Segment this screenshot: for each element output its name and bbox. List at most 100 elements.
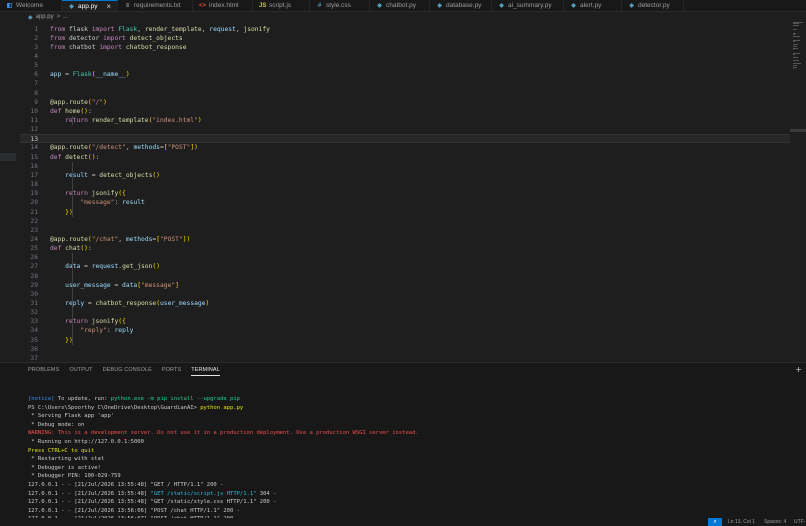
code-text: def detect(): [50, 153, 100, 161]
code-text: "message": result [80, 199, 145, 207]
code-line[interactable]: 16 [20, 162, 790, 171]
code-line[interactable]: 5 [20, 61, 790, 70]
code-line[interactable]: 24 @app.route("/chat", methods=["POST"]) [20, 235, 790, 244]
tab-index-html[interactable]: <> index.html [193, 0, 253, 11]
code-line[interactable]: 21 }) [20, 208, 790, 217]
code-line[interactable]: 7 [20, 79, 790, 88]
code-line[interactable]: 4 [20, 52, 790, 61]
code-line[interactable]: 13 [20, 134, 790, 144]
code-line[interactable]: 14 @app.route("/detect", methods=["POST"]… [20, 143, 790, 152]
tab-alert-py[interactable]: ◆ alert.py [564, 0, 622, 11]
panel-tab-ports[interactable]: PORTS [162, 367, 181, 376]
line-number: 34 [30, 327, 38, 335]
code-line[interactable]: 26 [20, 253, 790, 262]
code-line[interactable]: 8 [20, 89, 790, 98]
minimap-line [793, 24, 800, 26]
new-terminal-icon[interactable]: + [795, 365, 802, 374]
breadcrumb[interactable]: ◆ app.py > ... [28, 12, 68, 22]
tab-app-py[interactable]: ◆ app.py × [62, 0, 118, 11]
minimap[interactable] [793, 22, 805, 72]
cursor-position[interactable]: Ln 13, Col 1 [728, 518, 755, 526]
code-line[interactable]: 35 }) [20, 336, 790, 345]
javascript-icon: JS [259, 2, 267, 9]
code-line[interactable]: 10 def home(): [20, 107, 790, 116]
code-line[interactable]: 28 [20, 272, 790, 281]
text-file-icon: ≡ [125, 2, 130, 9]
zoom-icon[interactable]: ⌕ [708, 518, 722, 526]
line-number: 31 [30, 300, 38, 307]
code-line[interactable]: 17 result = detect_objects() [20, 171, 790, 180]
code-line[interactable]: 30 [20, 290, 790, 299]
code-line[interactable]: 32 [20, 308, 790, 317]
tab-ai-summary-py[interactable]: ◆ ai_summary.py [492, 0, 564, 11]
code-line[interactable]: 23 [20, 226, 790, 235]
python-icon: ◆ [629, 3, 634, 9]
tab-welcome[interactable]: ◧ Welcome [0, 0, 62, 11]
scrollbar-cursor-mark [790, 129, 806, 132]
tab-requirements-txt[interactable]: ≡ requirements.txt [118, 0, 193, 11]
code-line[interactable]: 29 user_message = data["message"] [20, 281, 790, 290]
code-text: from flask import Flask, render_template… [50, 25, 270, 33]
tab-label: ai_summary.py [508, 2, 552, 9]
tab-database-py[interactable]: ◆ database.py [430, 0, 492, 11]
line-number: 1 [34, 25, 38, 33]
code-line[interactable]: 33 return jsonify({ [20, 317, 790, 326]
tab-label: detector.py [638, 2, 670, 9]
code-line[interactable]: 20 "message": result [20, 198, 790, 207]
code-line[interactable]: 9 @app.route("/") [20, 98, 790, 107]
code-line[interactable]: 11 return render_template("index.html") [20, 116, 790, 125]
code-line[interactable]: 19 return jsonify({ [20, 189, 790, 198]
breadcrumb-more[interactable]: ... [63, 14, 68, 20]
panel-tab-problems[interactable]: PROBLEMS [28, 367, 59, 376]
tab-chatbot-py[interactable]: ◆ chatbot.py [370, 0, 430, 11]
code-line[interactable]: 3 from chatbot import chatbot_response [20, 43, 790, 52]
code-line[interactable]: 34 "reply": reply [20, 326, 790, 335]
breadcrumb-file[interactable]: app.py [36, 14, 54, 20]
tab-label: database.py [446, 2, 482, 9]
tab-label: alert.py [580, 2, 602, 9]
line-number: 9 [34, 98, 38, 106]
encoding-setting[interactable]: UTF- [794, 518, 805, 526]
tab-style-css[interactable]: # style.css [310, 0, 370, 11]
tab-label: chatbot.py [386, 2, 416, 9]
tab-script-js[interactable]: JS script.js [253, 0, 310, 11]
terminal-output[interactable]: [notice] To update, run: python.exe -m p… [28, 395, 798, 524]
code-line[interactable]: 31 reply = chatbot_response(user_message… [20, 299, 790, 308]
code-line[interactable]: 25 def chat(): [20, 244, 790, 253]
python-icon: ◆ [499, 3, 504, 9]
close-tab-icon[interactable]: × [106, 1, 111, 11]
code-line[interactable]: 36 [20, 345, 790, 354]
code-line[interactable]: 22 [20, 217, 790, 226]
code-line[interactable]: 27 data = request.get_json() [20, 262, 790, 271]
line-number: 10 [30, 107, 38, 115]
indent-guide [72, 116, 73, 126]
minimap-line [793, 59, 800, 61]
terminal-line: [notice] To update, run: python.exe -m p… [28, 396, 240, 402]
terminal-line: * Restarting with stat [28, 456, 105, 463]
indentation-setting[interactable]: Spaces: 4 [764, 518, 786, 526]
indent-guide [72, 253, 73, 345]
minimap-line [793, 28, 797, 30]
code-line[interactable]: 6 app = Flask(__name__) [20, 70, 790, 79]
bottom-panel: PROBLEMS OUTPUT DEBUG CONSOLE PORTS TERMINAL… [0, 362, 806, 522]
panel-tab-terminal[interactable]: TERMINAL [191, 367, 220, 376]
tab-detector-py[interactable]: ◆ detector.py [622, 0, 684, 11]
terminal-line: Press CTRL+C to quit [28, 447, 95, 454]
code-text: }) [65, 208, 73, 216]
line-number: 26 [30, 254, 38, 262]
line-number: 32 [30, 309, 38, 317]
code-editor[interactable]: 1 from flask import Flask, render_templat… [20, 22, 790, 362]
code-line[interactable]: 12 [20, 125, 790, 134]
code-line[interactable]: 18 [20, 180, 790, 189]
tab-label: requirements.txt [134, 2, 181, 9]
line-number: 30 [30, 290, 38, 298]
code-text: def chat(): [50, 245, 92, 253]
panel-tab-output[interactable]: OUTPUT [69, 367, 92, 376]
terminal-line: * Debugger is active! [28, 464, 101, 471]
code-line[interactable]: 1 from flask import Flask, render_templat… [20, 25, 790, 34]
code-line[interactable]: 15 def detect(): [20, 153, 790, 162]
panel-tab-debug-console[interactable]: DEBUG CONSOLE [103, 367, 152, 376]
tab-label: script.js [269, 2, 292, 9]
code-line[interactable]: 2 from detector import detect_objects [20, 34, 790, 43]
line-number: 17 [30, 171, 38, 179]
